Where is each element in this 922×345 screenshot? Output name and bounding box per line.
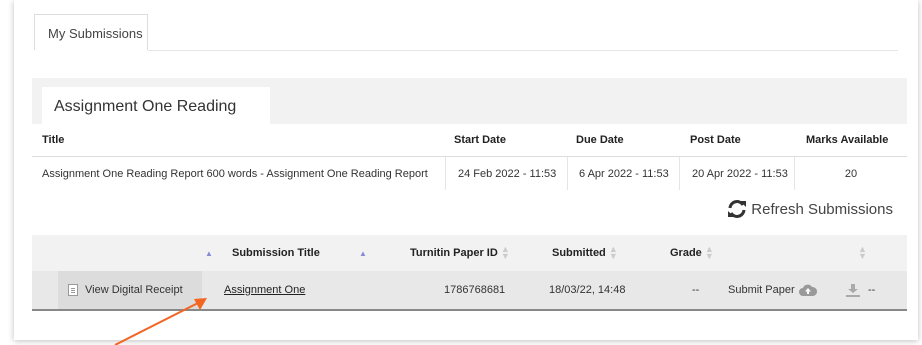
post-date-value: 20 Apr 2022 - 11:53 bbox=[679, 157, 794, 191]
col-grade[interactable]: Grade ▲ ▼ bbox=[670, 235, 714, 271]
download-placeholder: -- bbox=[868, 284, 876, 296]
start-date-value: 24 Feb 2022 - 11:53 bbox=[445, 157, 567, 191]
col-turnitin-paper-id[interactable]: Turnitin Paper ID ▲ ▼ bbox=[410, 235, 510, 271]
sort-both-icon: ▲ ▼ bbox=[858, 244, 867, 261]
sort-asc-icon[interactable]: ▲ bbox=[359, 235, 367, 271]
due-date-value: 6 Apr 2022 - 11:53 bbox=[567, 157, 679, 191]
view-digital-receipt-button[interactable]: View Digital Receipt bbox=[58, 271, 202, 309]
submit-paper-label: Submit Paper bbox=[728, 284, 795, 296]
submit-paper-button[interactable]: Submit Paper bbox=[728, 271, 817, 309]
col-actions-sort[interactable]: ▲ ▼ bbox=[858, 235, 867, 271]
col-submission-title[interactable]: Submission Title bbox=[232, 235, 320, 271]
refresh-submissions-button[interactable]: Refresh Submissions bbox=[727, 200, 893, 218]
marks-available-value: 20 bbox=[794, 157, 907, 191]
submissions-header: ▲ Submission Title ▲ Turnitin Paper ID ▲… bbox=[32, 235, 907, 271]
sort-asc-icon[interactable]: ▲ bbox=[205, 235, 213, 271]
submitted-value: 18/03/22, 14:48 bbox=[549, 284, 626, 296]
assignment-info-row: Assignment One Reading Report 600 words … bbox=[32, 157, 907, 192]
tab-my-submissions[interactable]: My Submissions bbox=[34, 14, 148, 50]
cloud-upload-icon bbox=[798, 284, 817, 296]
grade-value: -- bbox=[692, 284, 700, 296]
view-digital-receipt-label: View Digital Receipt bbox=[85, 284, 183, 296]
col-submitted[interactable]: Submitted ▲ ▼ bbox=[552, 235, 618, 271]
assignment-title-value: Assignment One Reading Report 600 words … bbox=[42, 168, 428, 180]
assignment-panel: Assignment One Reading Report Title Star… bbox=[32, 78, 907, 311]
col-title: Title bbox=[42, 134, 65, 146]
download-icon bbox=[846, 283, 860, 297]
refresh-area: Refresh Submissions bbox=[32, 190, 907, 235]
assignment-tab[interactable]: Assignment One Reading Report bbox=[42, 87, 270, 154]
tab-my-submissions-label: My Submissions bbox=[48, 26, 143, 41]
tab-bar-divider bbox=[148, 50, 898, 51]
refresh-icon bbox=[728, 200, 747, 218]
submission-title-link[interactable]: Assignment One bbox=[224, 271, 305, 309]
refresh-submissions-label: Refresh Submissions bbox=[751, 200, 893, 218]
sort-both-icon: ▲ ▼ bbox=[704, 244, 714, 261]
sort-both-icon: ▲ ▼ bbox=[608, 244, 618, 261]
assignment-info-table: Title Start Date Due Date Post Date Mark… bbox=[32, 124, 907, 192]
col-start-date: Start Date bbox=[454, 134, 506, 146]
submission-row: View Digital Receipt Assignment One 1786… bbox=[32, 271, 907, 311]
col-marks-available: Marks Available bbox=[806, 134, 889, 146]
submissions-frame: My Submissions Assignment One Reading Re… bbox=[14, 0, 918, 340]
paper-id-value: 1786768681 bbox=[444, 284, 506, 296]
document-icon bbox=[68, 284, 78, 296]
col-post-date: Post Date bbox=[690, 134, 741, 146]
col-due-date: Due Date bbox=[576, 134, 624, 146]
assignment-info-header: Title Start Date Due Date Post Date Mark… bbox=[32, 124, 907, 157]
sort-both-icon: ▲ ▼ bbox=[500, 244, 510, 261]
download-button[interactable] bbox=[846, 271, 860, 309]
